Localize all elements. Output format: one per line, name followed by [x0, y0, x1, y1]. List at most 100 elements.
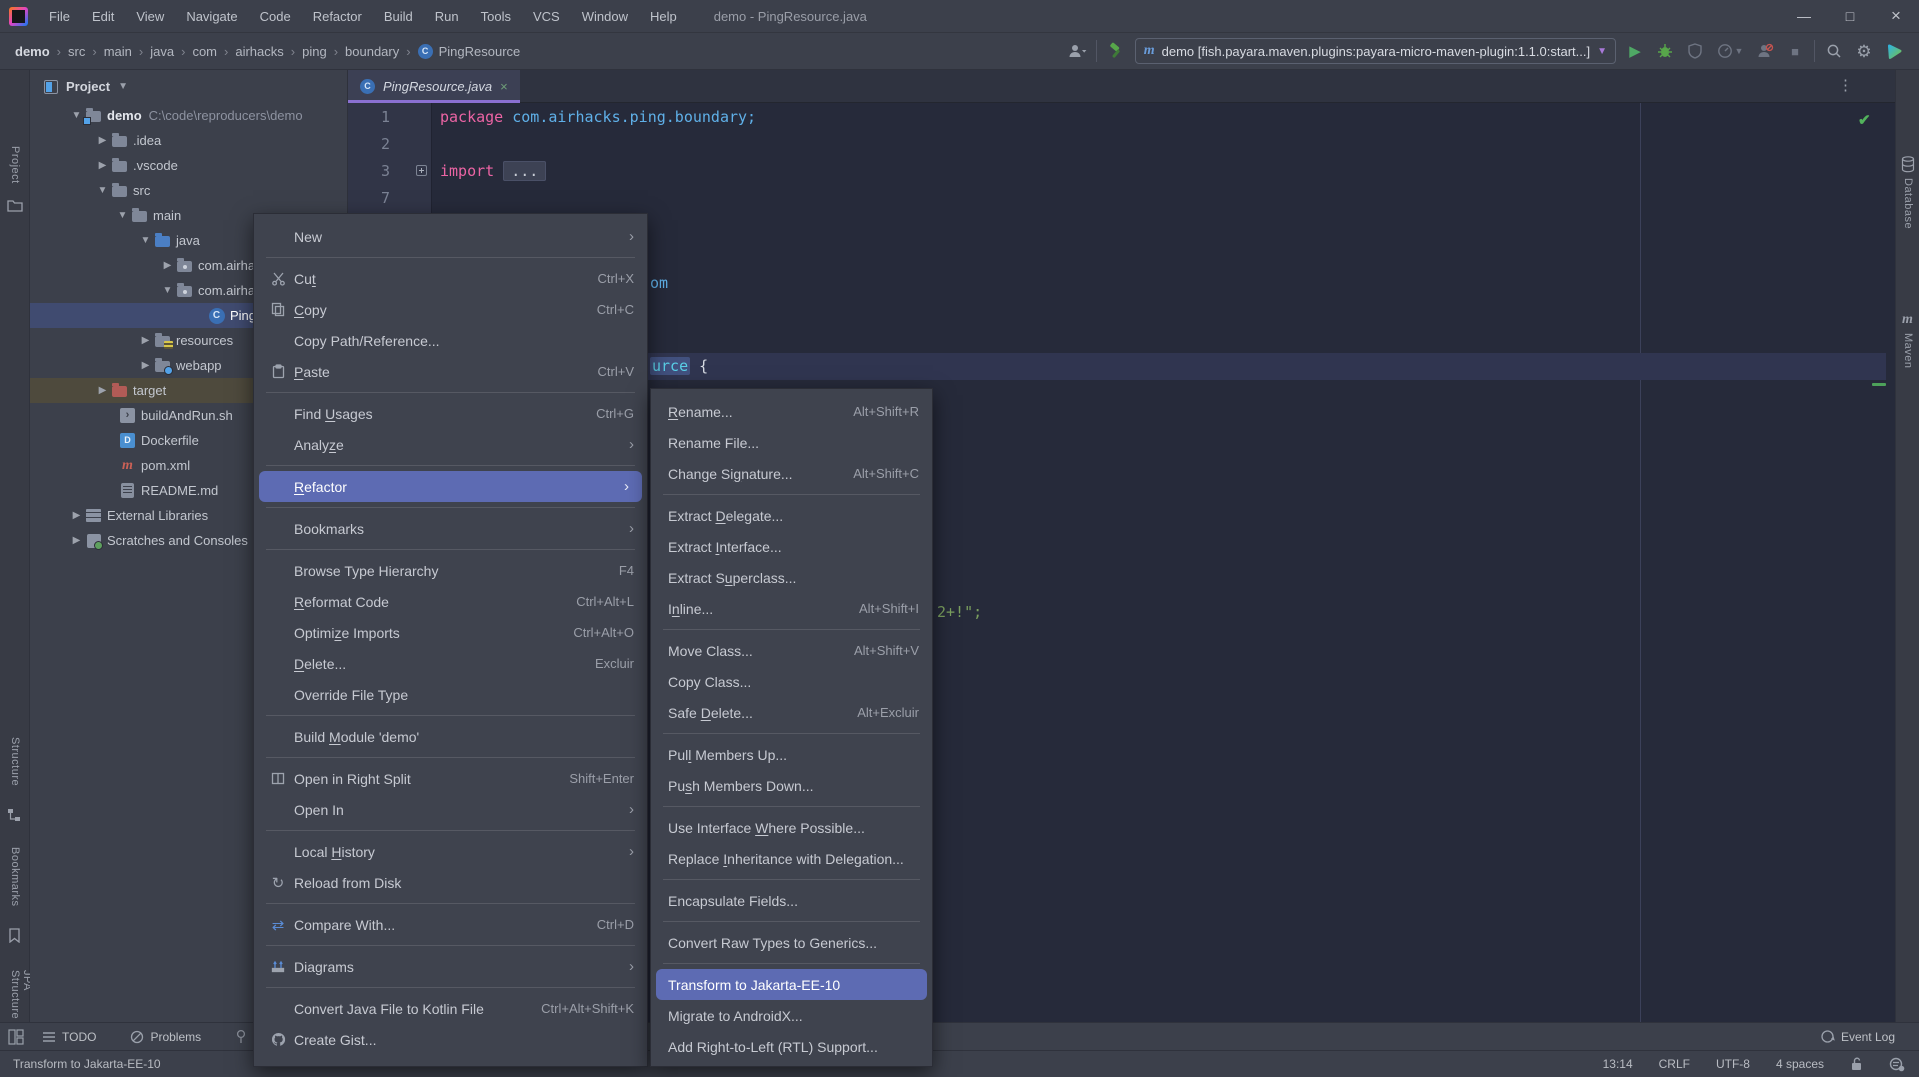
- search-everywhere-icon[interactable]: [1823, 40, 1845, 62]
- menu-item-local-history[interactable]: Local History›: [254, 836, 647, 867]
- event-log-button[interactable]: Event Log: [1820, 1029, 1895, 1044]
- breadcrumb-item[interactable]: airhacks: [235, 44, 283, 59]
- window-layout-icon[interactable]: [8, 1029, 24, 1045]
- menu-build[interactable]: Build: [373, 9, 424, 24]
- submenu-item-copy-class[interactable]: Copy Class...: [651, 666, 932, 697]
- submenu-item-extract-superclass[interactable]: Extract Superclass...: [651, 562, 932, 593]
- submenu-item-convert-raw-types[interactable]: Convert Raw Types to Generics...: [651, 927, 932, 958]
- menu-item-optimize-imports[interactable]: Optimize ImportsCtrl+Alt+O: [254, 617, 647, 648]
- run-configuration-select[interactable]: m demo [fish.payara.maven.plugins:payara…: [1135, 38, 1616, 64]
- profile-user-icon[interactable]: [1066, 40, 1088, 62]
- tree-item-idea[interactable]: ▶ .idea: [30, 128, 347, 153]
- menu-run[interactable]: Run: [424, 9, 470, 24]
- menu-code[interactable]: Code: [249, 9, 302, 24]
- run-button[interactable]: ▶: [1624, 40, 1646, 62]
- submenu-item-extract-delegate[interactable]: Extract Delegate...: [651, 500, 932, 531]
- menu-item-new[interactable]: New›: [254, 221, 647, 252]
- submenu-item-encapsulate-fields[interactable]: Encapsulate Fields...: [651, 885, 932, 916]
- breadcrumb-item[interactable]: ping: [302, 44, 327, 59]
- fold-expand-icon[interactable]: [416, 165, 427, 176]
- submenu-item-move-class[interactable]: Move Class...Alt+Shift+V: [651, 635, 932, 666]
- settings-gear-icon[interactable]: ⚙: [1853, 40, 1875, 62]
- submenu-item-inline[interactable]: Inline...Alt+Shift+I: [651, 593, 932, 624]
- menu-item-find-usages[interactable]: Find UsagesCtrl+G: [254, 398, 647, 429]
- menu-item-compare-with[interactable]: ⇄Compare With...Ctrl+D: [254, 909, 647, 940]
- debug-button[interactable]: [1654, 40, 1676, 62]
- menu-file[interactable]: File: [38, 9, 81, 24]
- menu-item-copy[interactable]: CopyCtrl+C: [254, 294, 647, 325]
- submenu-item-change-signature[interactable]: Change Signature...Alt+Shift+C: [651, 458, 932, 489]
- submenu-item-rename-file[interactable]: Rename File...: [651, 427, 932, 458]
- menu-item-override-file-type[interactable]: Override File Type: [254, 679, 647, 710]
- menu-item-build-module[interactable]: Build Module 'demo': [254, 721, 647, 752]
- menu-item-open-in[interactable]: Open In›: [254, 794, 647, 825]
- minimize-button[interactable]: —: [1781, 8, 1827, 24]
- tool-stripe-project[interactable]: Project: [9, 146, 21, 184]
- tree-item-src[interactable]: ▼ src: [30, 178, 347, 203]
- indent-widget[interactable]: 4 spaces: [1776, 1057, 1824, 1071]
- menu-edit[interactable]: Edit: [81, 9, 125, 24]
- submenu-item-safe-delete[interactable]: Safe Delete...Alt+Excluir: [651, 697, 932, 728]
- menu-item-reload-from-disk[interactable]: ↻Reload from Disk: [254, 867, 647, 898]
- breadcrumb-item[interactable]: PingResource: [439, 44, 521, 59]
- submenu-item-pull-members-up[interactable]: Pull Members Up...: [651, 739, 932, 770]
- editor-options-kebab-icon[interactable]: ⋮: [1838, 76, 1853, 94]
- menu-navigate[interactable]: Navigate: [175, 9, 248, 24]
- tree-item-vscode[interactable]: ▶ .vscode: [30, 153, 347, 178]
- menu-item-bookmarks[interactable]: Bookmarks›: [254, 513, 647, 544]
- menu-item-analyze[interactable]: Analyze›: [254, 429, 647, 460]
- project-panel-header[interactable]: Project ▼: [30, 70, 347, 103]
- line-ending-widget[interactable]: CRLF: [1659, 1057, 1690, 1071]
- submenu-item-extract-interface[interactable]: Extract Interface...: [651, 531, 932, 562]
- menu-refactor[interactable]: Refactor: [302, 9, 373, 24]
- menu-item-browse-type-hierarchy[interactable]: Browse Type HierarchyF4: [254, 555, 647, 586]
- menu-item-paste[interactable]: PasteCtrl+V: [254, 356, 647, 387]
- tab-close-icon[interactable]: ×: [500, 79, 508, 94]
- submenu-item-add-rtl-support[interactable]: Add Right-to-Left (RTL) Support...: [651, 1031, 932, 1062]
- attach-debugger-button[interactable]: [1754, 40, 1776, 62]
- encoding-widget[interactable]: UTF-8: [1716, 1057, 1750, 1071]
- menu-item-refactor[interactable]: Refactor›: [259, 471, 642, 502]
- tool-stripe-maven[interactable]: Maven: [1902, 333, 1914, 369]
- build-hammer-icon[interactable]: [1105, 40, 1127, 62]
- breadcrumb-item[interactable]: com: [192, 44, 217, 59]
- tab-pingresource[interactable]: C PingResource.java ×: [348, 70, 520, 103]
- menu-help[interactable]: Help: [639, 9, 688, 24]
- submenu-item-use-interface[interactable]: Use Interface Where Possible...: [651, 812, 932, 843]
- breadcrumb-item[interactable]: java: [150, 44, 174, 59]
- breadcrumb-item[interactable]: src: [68, 44, 85, 59]
- tool-stripe-structure[interactable]: Structure: [9, 737, 21, 786]
- menu-item-open-in-right-split[interactable]: Open in Right SplitShift+Enter: [254, 763, 647, 794]
- submenu-item-push-members-down[interactable]: Push Members Down...: [651, 770, 932, 801]
- tree-item-demo[interactable]: ▼ demo C:\code\reproducers\demo: [30, 103, 347, 128]
- tool-stripe-database[interactable]: Database: [1902, 178, 1914, 229]
- submenu-item-transform-to-jakarta-ee-10[interactable]: Transform to Jakarta-EE-10: [656, 969, 927, 1000]
- profiler-button[interactable]: ▼: [1714, 40, 1746, 62]
- highlighting-level-icon[interactable]: [1889, 1057, 1905, 1072]
- problems-tab[interactable]: Problems: [130, 1030, 201, 1044]
- stop-button[interactable]: ■: [1784, 40, 1806, 62]
- submenu-item-replace-inheritance[interactable]: Replace Inheritance with Delegation...: [651, 843, 932, 874]
- coverage-button[interactable]: [1684, 40, 1706, 62]
- todo-tab[interactable]: TODO: [42, 1030, 96, 1044]
- menu-tools[interactable]: Tools: [470, 9, 522, 24]
- menu-window[interactable]: Window: [571, 9, 639, 24]
- breadcrumb-item[interactable]: boundary: [345, 44, 399, 59]
- menu-item-convert-to-kotlin[interactable]: Convert Java File to Kotlin FileCtrl+Alt…: [254, 993, 647, 1024]
- menu-item-delete[interactable]: Delete...Excluir: [254, 648, 647, 679]
- menu-item-create-gist[interactable]: Create Gist...: [254, 1024, 647, 1055]
- submenu-item-rename[interactable]: Rename...Alt+Shift+R: [651, 396, 932, 427]
- inspections-ok-icon[interactable]: ✔: [1858, 111, 1871, 129]
- breadcrumb-item[interactable]: main: [104, 44, 132, 59]
- lock-icon[interactable]: [1850, 1057, 1863, 1071]
- menu-view[interactable]: View: [125, 9, 175, 24]
- tool-stripe-bookmarks[interactable]: Bookmarks: [9, 847, 21, 907]
- menu-item-reformat-code[interactable]: Reformat CodeCtrl+Alt+L: [254, 586, 647, 617]
- menu-item-cut[interactable]: CutCtrl+X: [254, 263, 647, 294]
- menu-item-diagrams[interactable]: Diagrams›: [254, 951, 647, 982]
- folded-imports[interactable]: ...: [503, 161, 546, 181]
- menu-item-copy-path[interactable]: Copy Path/Reference...: [254, 325, 647, 356]
- menu-vcs[interactable]: VCS: [522, 9, 571, 24]
- submenu-item-migrate-to-androidx[interactable]: Migrate to AndroidX...: [651, 1000, 932, 1031]
- maximize-button[interactable]: □: [1827, 8, 1873, 24]
